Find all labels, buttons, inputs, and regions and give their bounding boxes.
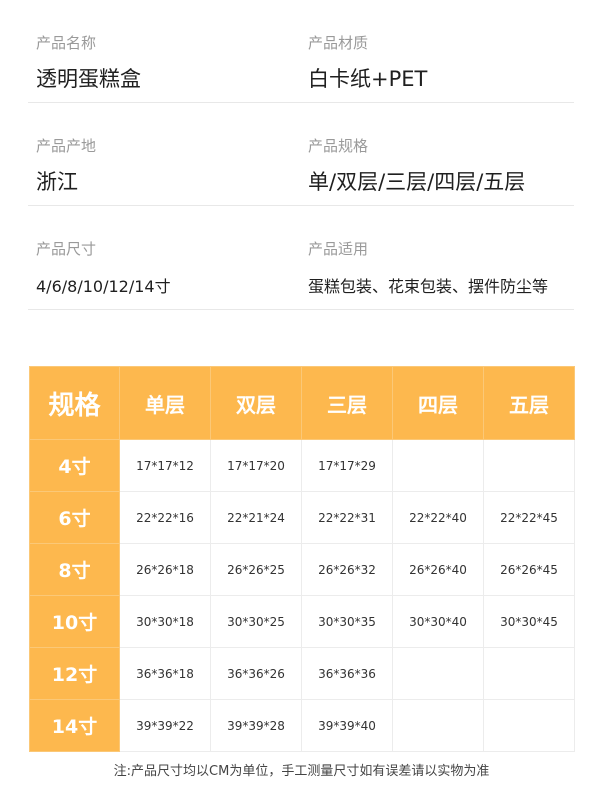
table-cell xyxy=(483,439,575,492)
column-header: 三层 xyxy=(301,366,393,440)
info-label: 产品名称 xyxy=(36,34,97,52)
table-cell: 36*36*18 xyxy=(119,647,211,700)
info-value: 浙江 xyxy=(36,170,78,194)
table-cell: 30*30*40 xyxy=(392,595,484,648)
product-info-section: 产品名称 透明蛋糕盒 产品材质 白卡纸+PET 产品产地 浙江 产品规格 单/双… xyxy=(28,0,574,310)
info-label: 产品材质 xyxy=(308,34,369,52)
table-row: 4寸 17*17*12 17*17*20 17*17*29 xyxy=(29,439,575,492)
table-cell xyxy=(483,647,575,700)
table-cell xyxy=(483,699,575,752)
info-label: 产品适用 xyxy=(308,240,369,258)
table-cell: 17*17*12 xyxy=(119,439,211,492)
table-cell: 22*21*24 xyxy=(210,491,302,544)
table-row: 10寸 30*30*18 30*30*25 30*30*35 30*30*40 … xyxy=(29,595,575,648)
table-cell: 36*36*36 xyxy=(301,647,393,700)
table-cell: 26*26*25 xyxy=(210,543,302,596)
row-header: 4寸 xyxy=(29,439,120,492)
info-value: 白卡纸+PET xyxy=(308,67,428,91)
table-cell: 17*17*20 xyxy=(210,439,302,492)
column-header: 四层 xyxy=(392,366,484,440)
column-header: 单层 xyxy=(119,366,211,440)
info-value: 蛋糕包装、花束包装、摆件防尘等 xyxy=(308,277,549,296)
table-cell: 22*22*45 xyxy=(483,491,575,544)
table-row: 12寸 36*36*18 36*36*26 36*36*36 xyxy=(29,647,575,700)
table-row: 8寸 26*26*18 26*26*25 26*26*32 26*26*40 2… xyxy=(29,543,575,596)
info-cell-spec: 产品规格 单/双层/三层/四层/五层 xyxy=(301,103,574,205)
table-cell xyxy=(392,439,484,492)
info-cell-origin: 产品产地 浙江 xyxy=(28,103,301,205)
table-cell: 30*30*25 xyxy=(210,595,302,648)
info-value: 4/6/8/10/12/14寸 xyxy=(36,277,171,296)
table-cell: 22*22*16 xyxy=(119,491,211,544)
table-cell: 22*22*31 xyxy=(301,491,393,544)
table-cell: 26*26*45 xyxy=(483,543,575,596)
row-header: 8寸 xyxy=(29,543,120,596)
table-cell: 30*30*45 xyxy=(483,595,575,648)
footnote: 注:产品尺寸均以CM为单位，手工测量尺寸如有误差请以实物为准 xyxy=(113,764,490,779)
row-header: 6寸 xyxy=(29,491,120,544)
table-row: 6寸 22*22*16 22*21*24 22*22*31 22*22*40 2… xyxy=(29,491,575,544)
table-cell: 22*22*40 xyxy=(392,491,484,544)
info-row-2: 产品产地 浙江 产品规格 单/双层/三层/四层/五层 xyxy=(28,103,574,206)
table-cell: 17*17*29 xyxy=(301,439,393,492)
info-cell-usage: 产品适用 蛋糕包装、花束包装、摆件防尘等 xyxy=(301,206,574,309)
column-header: 双层 xyxy=(210,366,302,440)
column-header: 五层 xyxy=(483,366,575,440)
row-header: 14寸 xyxy=(29,699,120,752)
info-cell-size: 产品尺寸 4/6/8/10/12/14寸 xyxy=(28,206,301,309)
table-row: 14寸 39*39*22 39*39*28 39*39*40 xyxy=(29,699,575,752)
table-cell: 39*39*28 xyxy=(210,699,302,752)
table-header-row: 规格 单层 双层 三层 四层 五层 xyxy=(29,366,575,440)
info-row-1: 产品名称 透明蛋糕盒 产品材质 白卡纸+PET xyxy=(28,0,574,103)
table-corner-header: 规格 xyxy=(29,366,120,440)
table-cell: 39*39*22 xyxy=(119,699,211,752)
table-cell xyxy=(392,699,484,752)
info-value: 透明蛋糕盒 xyxy=(36,67,141,91)
table-cell: 26*26*18 xyxy=(119,543,211,596)
row-header: 12寸 xyxy=(29,647,120,700)
table-cell: 39*39*40 xyxy=(301,699,393,752)
table-cell: 30*30*18 xyxy=(119,595,211,648)
row-header: 10寸 xyxy=(29,595,120,648)
table-cell: 30*30*35 xyxy=(301,595,393,648)
table-cell xyxy=(392,647,484,700)
table-cell: 26*26*40 xyxy=(392,543,484,596)
info-row-3: 产品尺寸 4/6/8/10/12/14寸 产品适用 蛋糕包装、花束包装、摆件防尘… xyxy=(28,206,574,310)
info-value: 单/双层/三层/四层/五层 xyxy=(308,170,526,194)
info-label: 产品产地 xyxy=(36,137,97,155)
table-cell: 26*26*32 xyxy=(301,543,393,596)
info-label: 产品规格 xyxy=(308,137,369,155)
info-cell-material: 产品材质 白卡纸+PET xyxy=(301,0,574,102)
info-label: 产品尺寸 xyxy=(36,240,97,258)
spec-table: 规格 单层 双层 三层 四层 五层 4寸 17*17*12 17*17*20 1… xyxy=(29,366,575,752)
info-cell-name: 产品名称 透明蛋糕盒 xyxy=(28,0,301,102)
table-cell: 36*36*26 xyxy=(210,647,302,700)
